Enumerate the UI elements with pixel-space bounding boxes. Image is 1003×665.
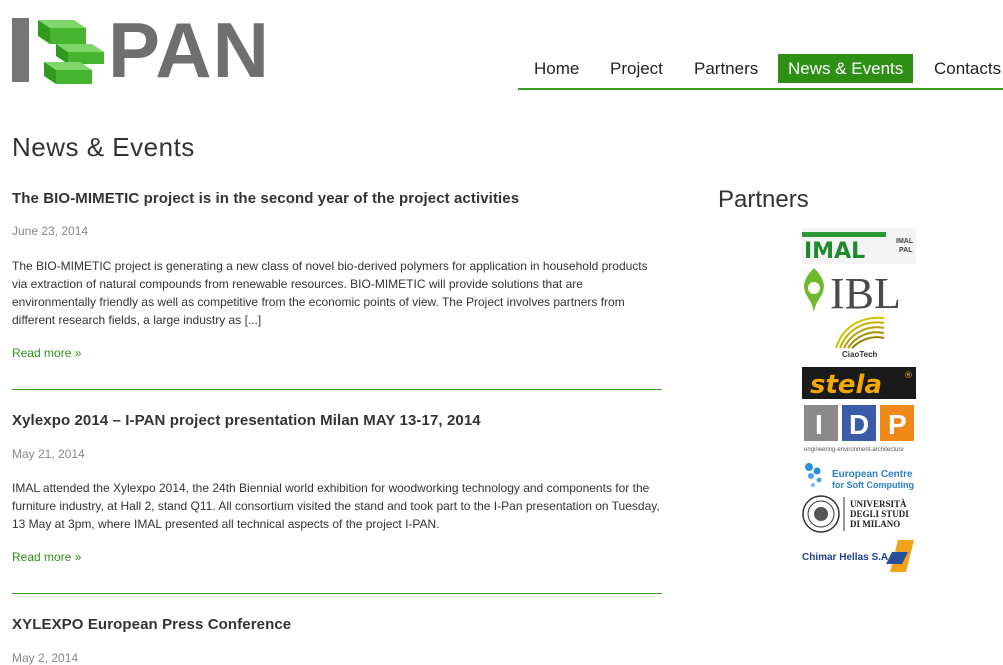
read-more-link[interactable]: Read more » (12, 346, 81, 360)
post-date: June 23, 2014 (12, 224, 89, 238)
ecsc-logo-icon: European Centre for Soft Computing (805, 463, 914, 490)
imal-sub-2: PAL (899, 247, 913, 254)
read-more-link[interactable]: Read more » (12, 550, 81, 564)
partner-logo-unimi[interactable]: UNIVERSITÀ DEGLI STUDI DI MILANO (802, 494, 916, 534)
logo-i-bar (12, 18, 29, 82)
ciaotech-text: CiaoTech (842, 350, 878, 359)
post-title[interactable]: Xylexpo 2014 – I-PAN project presentatio… (12, 412, 662, 429)
ecsc-line-2: for Soft Computing (832, 480, 914, 490)
partner-logo-ciaotech[interactable]: CiaoTech (830, 314, 888, 360)
idp-letter-p: P (888, 409, 907, 440)
imal-text: IMAL (804, 239, 865, 264)
partner-logo-chimar[interactable]: Chimar Hellas S.A. (802, 540, 916, 574)
partner-logo-ibl[interactable]: IBL (802, 266, 916, 318)
idp-logo-icon: I D P engineering-environment-architectu… (804, 405, 914, 453)
main-nav: Home Project Partners News & Events Cont… (518, 54, 1003, 90)
unimi-line-3: DI MILANO (850, 519, 900, 529)
news-post: The BIO-MIMETIC project is in the second… (12, 190, 662, 365)
partner-logo-imal[interactable]: IMAL IMAL PAL (802, 228, 916, 264)
stela-registered-mark: ® (904, 371, 913, 381)
imal-logo-icon: IMAL IMAL PAL (802, 228, 916, 264)
post-title[interactable]: The BIO-MIMETIC project is in the second… (12, 190, 662, 207)
site-logo[interactable]: PAN (10, 8, 272, 92)
partner-logo-idp[interactable]: I D P engineering-environment-architectu… (804, 405, 916, 453)
imal-sub-1: IMAL (896, 238, 914, 245)
logo-wordmark: PAN (108, 6, 270, 94)
logo-cube-icon (38, 20, 104, 84)
partners-heading: Partners (718, 186, 809, 213)
post-title[interactable]: XYLEXPO European Press Conference (12, 616, 662, 633)
partner-logo-stela[interactable]: stela ® (802, 367, 916, 400)
news-post: Xylexpo 2014 – I-PAN project presentatio… (12, 412, 662, 572)
news-post: XYLEXPO European Press Conference May 2,… (12, 616, 662, 665)
chimar-logo-icon: Chimar Hellas S.A. (802, 540, 914, 572)
nav-project[interactable]: Project (600, 54, 673, 83)
stela-logo-icon: stela ® (802, 367, 916, 400)
nav-news-events[interactable]: News & Events (778, 54, 914, 83)
nav-home[interactable]: Home (524, 54, 589, 83)
post-divider (12, 593, 662, 594)
idp-letter-i: I (815, 409, 823, 440)
unimi-line-2: DEGLI STUDI (850, 509, 909, 519)
partner-logo-ecsc[interactable]: European Centre for Soft Computing (804, 462, 916, 492)
post-excerpt: The BIO-MIMETIC project is generating a … (12, 259, 648, 327)
nav-contacts[interactable]: Contacts (924, 54, 1003, 83)
post-date: May 2, 2014 (12, 651, 79, 665)
idp-tagline: engineering-environment-architecture (804, 447, 904, 453)
ibl-logo-icon: IBL (804, 268, 901, 318)
post-date: May 21, 2014 (12, 447, 85, 461)
stela-text: stela (810, 370, 882, 399)
ibl-text: IBL (830, 269, 901, 314)
ecsc-line-1: European Centre (832, 469, 913, 480)
unimi-line-1: UNIVERSITÀ (850, 499, 907, 509)
post-excerpt: IMAL attended the Xylexpo 2014, the 24th… (12, 481, 660, 531)
chimar-text: Chimar Hellas S.A. (802, 552, 891, 563)
ciaotech-logo-icon: CiaoTech (835, 316, 885, 359)
idp-letter-d: D (849, 409, 869, 440)
page-title: News & Events (12, 132, 195, 162)
post-divider (12, 389, 662, 390)
nav-partners[interactable]: Partners (684, 54, 768, 83)
unimi-logo-icon: UNIVERSITÀ DEGLI STUDI DI MILANO (802, 495, 909, 533)
